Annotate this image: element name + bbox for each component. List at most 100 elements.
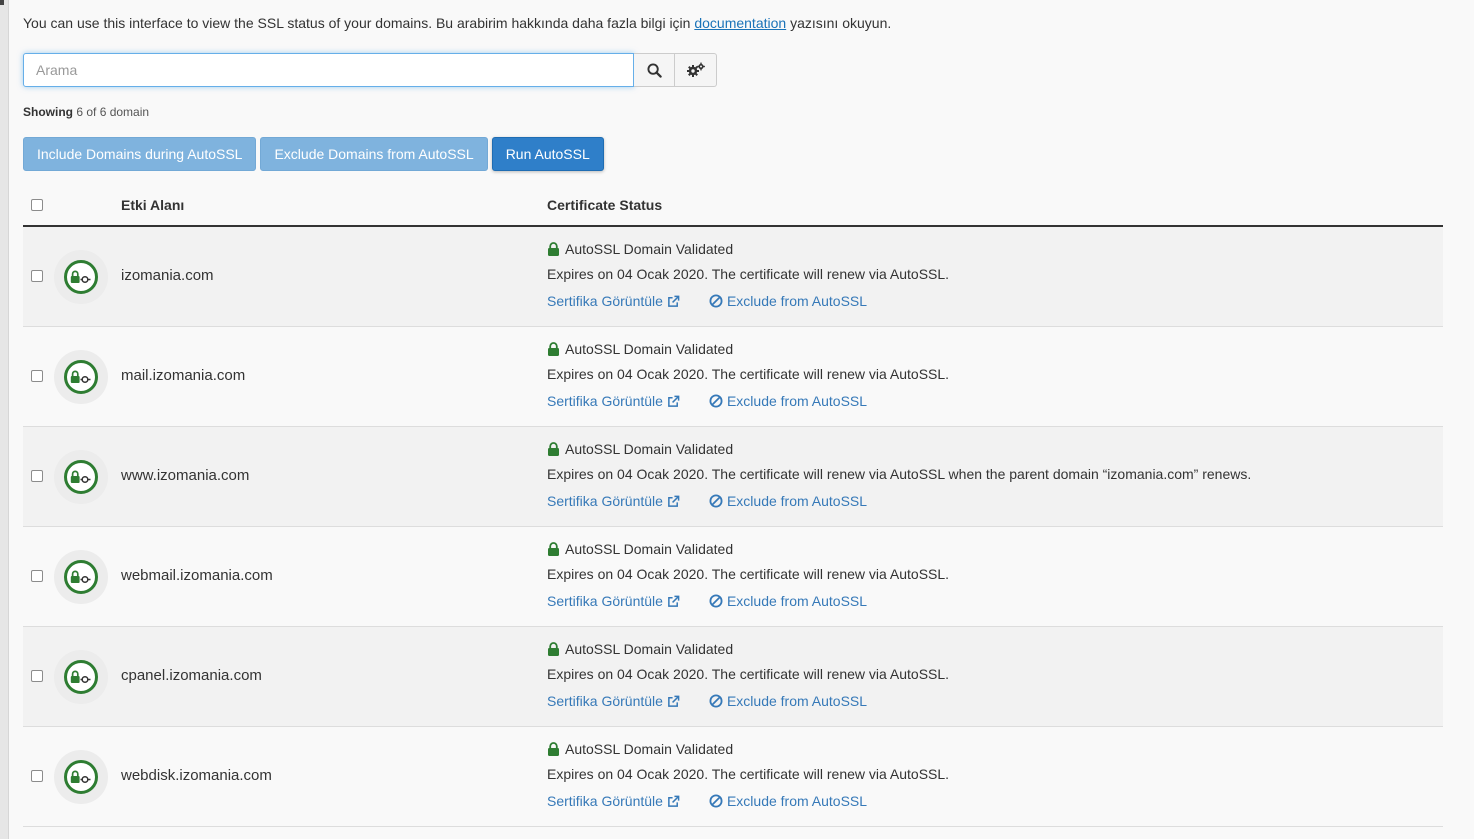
domain-name: www.izomania.com [121, 467, 250, 484]
ban-icon [709, 494, 723, 508]
status-line: AutoSSL Domain Validated [547, 639, 949, 659]
external-link-icon [668, 595, 680, 607]
view-certificate-link[interactable]: Sertifika Görüntüle [547, 293, 680, 309]
showing-label: Showing [23, 105, 73, 119]
lock-icon [548, 242, 559, 256]
certificate-status: AutoSSL Domain Validated Expires on 04 Oc… [547, 239, 949, 311]
autossl-actions: Include Domains during AutoSSL Exclude D… [23, 137, 608, 171]
ban-icon [709, 594, 723, 608]
domain-name: izomania.com [121, 267, 214, 284]
view-certificate-label: Sertifika Görüntüle [547, 793, 663, 809]
view-certificate-link[interactable]: Sertifika Görüntüle [547, 593, 680, 609]
table-row: mail.izomania.com AutoSSL Domain Validate… [23, 327, 1443, 427]
exclude-from-autossl-link[interactable]: Exclude from AutoSSL [709, 393, 867, 409]
view-certificate-link[interactable]: Sertifika Görüntüle [547, 393, 680, 409]
search-settings-button[interactable] [675, 53, 717, 87]
ssl-status-badge [54, 750, 108, 804]
ssl-status-badge-ring [64, 260, 98, 294]
view-certificate-label: Sertifika Görüntüle [547, 693, 663, 709]
expires-text: Expires on 04 Ocak 2020. The certificate… [547, 466, 1252, 482]
run-autossl-button[interactable]: Run AutoSSL [491, 137, 604, 171]
row-checkbox[interactable] [31, 670, 43, 682]
exclude-from-autossl-link[interactable]: Exclude from AutoSSL [709, 593, 867, 609]
exclude-label: Exclude from AutoSSL [726, 793, 868, 809]
external-link-icon [668, 495, 680, 507]
row-checkbox[interactable] [31, 770, 43, 782]
lock-icon [548, 542, 559, 556]
exclude-from-autossl-link[interactable]: Exclude from AutoSSL [709, 693, 867, 709]
certificate-status: AutoSSL Domain Validated Expires on 04 Oc… [547, 339, 949, 411]
include-domains-button[interactable]: Include Domains during AutoSSL [23, 137, 257, 171]
ssl-status-badge [54, 450, 108, 504]
exclude-label: Exclude from AutoSSL [726, 493, 868, 509]
status-line: AutoSSL Domain Validated [547, 339, 949, 359]
exclude-label: Exclude from AutoSSL [726, 293, 868, 309]
row-checkbox[interactable] [31, 270, 43, 282]
row-checkbox[interactable] [31, 570, 43, 582]
documentation-link[interactable]: documentation [694, 15, 786, 31]
lock-icon [548, 742, 559, 756]
gears-icon [686, 62, 705, 77]
status-line: AutoSSL Domain Validated [547, 539, 949, 559]
ssl-lock-badge-icon [70, 370, 91, 384]
ssl-lock-badge-icon [70, 570, 91, 584]
column-header-status[interactable]: Certificate Status [547, 197, 662, 213]
row-checkbox[interactable] [31, 470, 43, 482]
ssl-lock-badge-icon [70, 770, 91, 784]
select-all-checkbox[interactable] [31, 199, 43, 211]
view-certificate-label: Sertifika Görüntüle [547, 293, 663, 309]
expires-text: Expires on 04 Ocak 2020. The certificate… [547, 666, 950, 682]
domain-name: webmail.izomania.com [121, 567, 273, 584]
certificate-status: AutoSSL Domain Validated Expires on 04 Oc… [547, 639, 949, 711]
domain-name: webdisk.izomania.com [121, 767, 272, 784]
exclude-label: Exclude from AutoSSL [726, 593, 868, 609]
ban-icon [709, 794, 723, 808]
left-edge-bar [0, 0, 9, 839]
table-row: webdisk.izomania.com AutoSSL Domain Valid… [23, 727, 1443, 827]
view-certificate-link[interactable]: Sertifika Görüntüle [547, 493, 680, 509]
showing-count: Showing 6 of 6 domain [23, 105, 149, 119]
status-text: AutoSSL Domain Validated [565, 541, 734, 557]
external-link-icon [668, 395, 680, 407]
intro-text-before: You can use this interface to view the S… [23, 15, 691, 31]
expires-text: Expires on 04 Ocak 2020. The certificate… [547, 366, 950, 382]
intro-text: You can use this interface to view the S… [23, 15, 891, 31]
search-button[interactable] [634, 53, 675, 87]
ssl-status-badge-ring [64, 460, 98, 494]
ssl-status-badge [54, 350, 108, 404]
certificate-status: AutoSSL Domain Validated Expires on 04 Oc… [547, 739, 949, 811]
external-link-icon [668, 295, 680, 307]
expires-text: Expires on 04 Ocak 2020. The certificate… [547, 266, 950, 282]
row-checkbox[interactable] [31, 370, 43, 382]
column-header-domain[interactable]: Etki Alanı [121, 197, 184, 213]
status-text: AutoSSL Domain Validated [565, 341, 734, 357]
ssl-status-badge-ring [64, 660, 98, 694]
view-certificate-link[interactable]: Sertifika Görüntüle [547, 793, 680, 809]
exclude-from-autossl-link[interactable]: Exclude from AutoSSL [709, 293, 867, 309]
exclude-from-autossl-link[interactable]: Exclude from AutoSSL [709, 493, 867, 509]
domain-name: mail.izomania.com [121, 367, 246, 384]
ssl-status-badge-ring [64, 560, 98, 594]
exclude-label: Exclude from AutoSSL [726, 393, 868, 409]
certificate-status: AutoSSL Domain Validated Expires on 04 Oc… [547, 539, 949, 611]
status-text: AutoSSL Domain Validated [565, 441, 734, 457]
view-certificate-link[interactable]: Sertifika Görüntüle [547, 693, 680, 709]
intro-text-after: yazısını okuyun. [790, 15, 892, 31]
ssl-lock-badge-icon [70, 670, 91, 684]
ssl-status-badge [54, 250, 108, 304]
exclude-from-autossl-link[interactable]: Exclude from AutoSSL [709, 793, 867, 809]
lock-icon [548, 442, 559, 456]
table-row: www.izomania.com AutoSSL Domain Validated… [23, 427, 1443, 527]
table-row: izomania.com AutoSSL Domain Validated Expi… [23, 227, 1443, 327]
row-actions: Sertifika Görüntüle Exclude from AutoSSL [547, 491, 1251, 511]
expires-text: Expires on 04 Ocak 2020. The certificate… [547, 566, 950, 582]
exclude-label: Exclude from AutoSSL [726, 693, 868, 709]
row-actions: Sertifika Görüntüle Exclude from AutoSSL [547, 291, 949, 311]
exclude-domains-button[interactable]: Exclude Domains from AutoSSL [260, 137, 488, 171]
search-group [23, 53, 717, 87]
status-text: AutoSSL Domain Validated [565, 741, 734, 757]
ban-icon [709, 394, 723, 408]
search-input[interactable] [23, 53, 634, 87]
table-header: Etki Alanı Certificate Status [23, 187, 1443, 227]
status-text: AutoSSL Domain Validated [565, 641, 734, 657]
